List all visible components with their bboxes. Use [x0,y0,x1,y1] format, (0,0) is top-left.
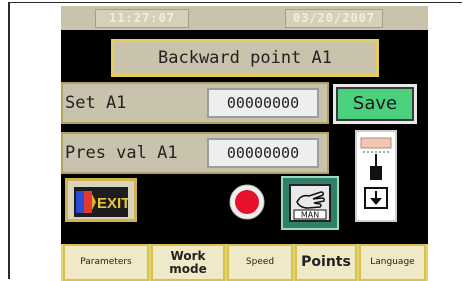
pres-val-a1-display: 00000000 [207,138,319,168]
tab-parameters-label: Parameters [80,256,132,267]
pres-val-a1-label: Pres val A1 [65,143,178,163]
exit-button[interactable]: EXIT [65,178,137,222]
tab-speed[interactable]: Speed [227,244,293,281]
tab-language[interactable]: Language [359,244,426,281]
tab-points[interactable]: Points [295,244,357,281]
clock-date: 03/20/2007 [285,9,383,28]
bottom-tab-bar: Parameters Work mode Speed Points Langua… [61,244,428,281]
hmi-screen: 11:27:07 03/20/2007 Backward point A1 Se… [61,6,428,281]
page-title: Backward point A1 [111,39,379,77]
clock-time: 11:27:07 [95,9,189,28]
pres-val-a1-row: Pres val A1 00000000 [61,132,329,174]
status-bar: 11:27:07 03/20/2007 [61,6,428,30]
tab-work-mode-label: Work mode [169,248,207,276]
set-a1-input[interactable]: 00000000 [207,88,319,118]
tab-parameters[interactable]: Parameters [63,244,149,281]
tab-points-label: Points [301,254,351,271]
tab-speed-label: Speed [245,256,275,267]
tab-work-mode[interactable]: Work mode [151,244,225,281]
svg-text:EXIT: EXIT [97,195,128,212]
set-a1-row: Set A1 00000000 [61,82,329,124]
manual-hand-icon: MAN [289,184,331,222]
backward-arrow-icon [360,137,392,209]
exit-icon: EXIT [74,187,128,217]
backward-arrow-panel[interactable] [355,130,397,222]
manual-mode-button[interactable]: MAN [281,176,339,230]
tab-language-label: Language [370,256,415,267]
stop-button[interactable] [229,184,265,220]
save-button[interactable]: Save [333,84,417,124]
set-a1-label: Set A1 [65,93,127,113]
svg-text:MAN: MAN [301,211,319,220]
